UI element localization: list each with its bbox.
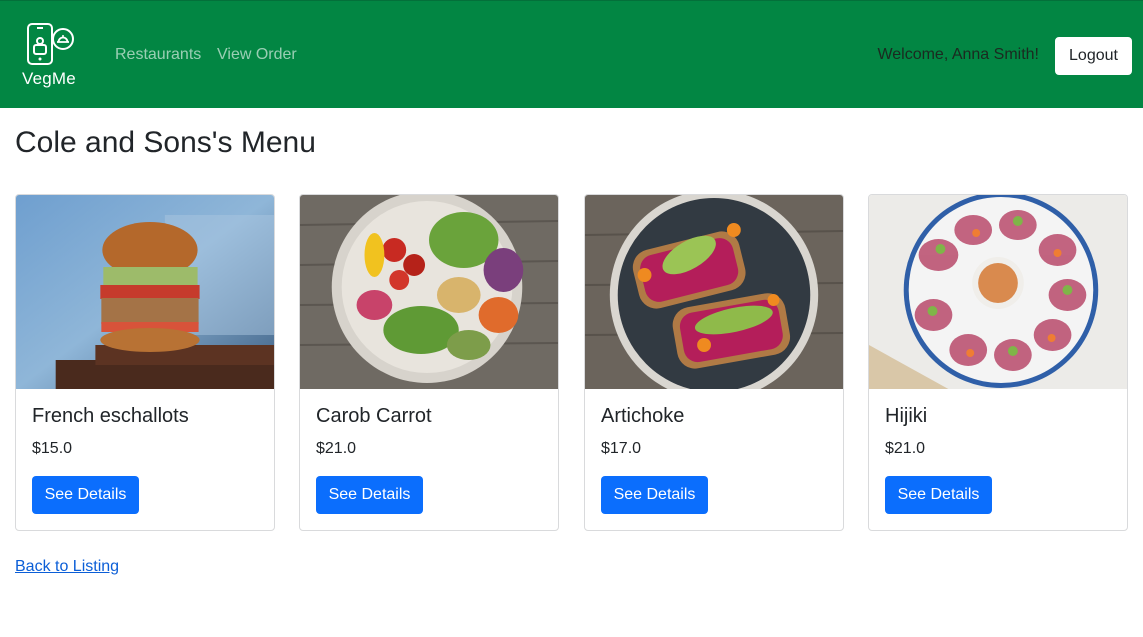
menu-card: Hijiki $21.0 See Details [868, 194, 1128, 531]
see-details-button[interactable]: See Details [601, 476, 708, 514]
menu-card: Carob Carrot $21.0 See Details [299, 194, 559, 531]
see-details-button[interactable]: See Details [885, 476, 992, 514]
see-details-button[interactable]: See Details [316, 476, 423, 514]
page-title: Cole and Sons's Menu [15, 126, 316, 159]
phone-delivery-icon [27, 23, 74, 65]
navbar: VegMe Restaurants View Order Welcome, An… [0, 0, 1143, 108]
menu-item-price: $21.0 [885, 440, 926, 457]
menu-item-price: $17.0 [601, 440, 642, 457]
nav-link-restaurants[interactable]: Restaurants [115, 46, 201, 64]
menu-card: Artichoke $17.0 See Details [584, 194, 844, 531]
menu-item-price: $21.0 [316, 440, 357, 457]
menu-card: French eschallots $15.0 See Details [15, 194, 275, 531]
burger-photo [16, 195, 274, 389]
menu-item-name: Carob Carrot [316, 405, 432, 427]
brand-name: VegMe [22, 69, 76, 88]
spring-rolls-photo [869, 195, 1127, 389]
welcome-message: Welcome, Anna Smith! [877, 46, 1039, 63]
brand-logo[interactable]: VegMe [20, 21, 82, 93]
see-details-button[interactable]: See Details [32, 476, 139, 514]
salad-bowl-photo [300, 195, 558, 389]
back-to-listing-link[interactable]: Back to Listing [15, 558, 119, 576]
menu-item-name: Artichoke [601, 405, 685, 427]
logout-button[interactable]: Logout [1055, 37, 1132, 75]
nav-link-view-order[interactable]: View Order [217, 46, 297, 64]
menu-item-price: $15.0 [32, 440, 73, 457]
menu-item-name: French eschallots [32, 405, 189, 427]
menu-item-name: Hijiki [885, 405, 928, 427]
avocado-toast-photo [585, 195, 843, 389]
